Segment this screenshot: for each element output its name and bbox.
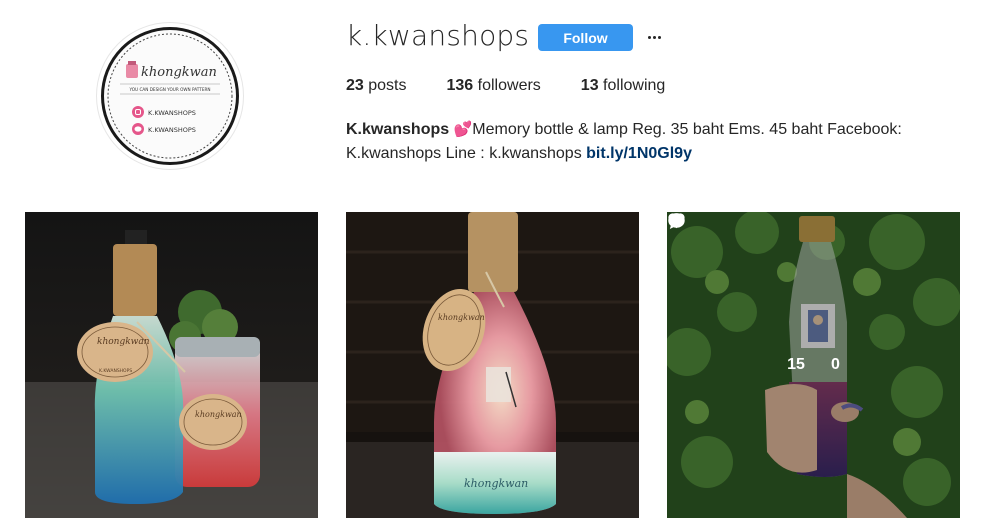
posts-stat: 23 posts <box>346 77 407 95</box>
post-2-tag: khongkwan <box>438 313 485 322</box>
heart-emoji: 💕 <box>453 121 473 138</box>
following-stat[interactable]: 13 following <box>581 77 666 95</box>
following-count: 13 <box>580 77 599 94</box>
more-icon[interactable] <box>642 24 666 50</box>
posts-label: posts <box>368 77 407 94</box>
avatar-logo-text: khongkwan <box>141 65 217 80</box>
post-1-tag-b: khongkwan <box>195 410 242 419</box>
profile-avatar[interactable]: khongkwan YOU CAN DESIGN YOUR OWN PATTER… <box>96 22 244 170</box>
followers-stat[interactable]: 136 followers <box>447 77 541 95</box>
followers-count: 136 <box>446 77 474 94</box>
post-comments-count: 0 <box>830 356 840 373</box>
avatar-logo: khongkwan YOU CAN DESIGN YOUR OWN PATTER… <box>107 33 233 159</box>
post-hover-overlay: 15 0 <box>667 212 960 518</box>
post-likes-count: 15 <box>787 356 805 373</box>
post-1-tag2: K.KWANSHOPS <box>99 368 132 374</box>
post-1-tag: khongkwan <box>97 337 150 347</box>
more-dot <box>657 35 661 39</box>
following-label: following <box>603 77 666 94</box>
more-dot <box>647 35 651 39</box>
profile-bio: K.kwanshops 💕Memory bottle & lamp Reg. 3… <box>346 118 956 166</box>
avatar-line2: K.KWANSHOPS <box>148 126 196 134</box>
profile-stats: 23 posts 136 followers 13 following <box>346 77 705 95</box>
post-1-image: khongkwan K.KWANSHOPS khongkwan <box>25 212 318 518</box>
bio-link[interactable]: bit.ly/1N0Gl9y <box>586 145 692 162</box>
profile-username: k.kwanshops <box>346 19 530 52</box>
bio-name: K.kwanshops <box>346 121 450 138</box>
post-2-image: khongkwan khongkwan <box>346 212 639 518</box>
post-2-bottle-text: khongkwan <box>464 477 528 490</box>
post-thumbnail[interactable]: 15 0 <box>667 212 960 518</box>
post-comments: 0 <box>668 213 840 374</box>
follow-button[interactable]: Follow <box>538 24 633 51</box>
post-likes: 15 <box>668 213 805 374</box>
post-thumbnail[interactable]: khongkwan khongkwan <box>346 212 639 518</box>
avatar-tagline: YOU CAN DESIGN YOUR OWN PATTERN <box>128 87 210 92</box>
comment-icon <box>668 213 685 230</box>
posts-count: 23 <box>346 77 364 94</box>
avatar-line1: K.KWANSHOPS <box>148 109 196 117</box>
followers-label: followers <box>477 77 541 94</box>
more-dot <box>652 35 656 39</box>
post-thumbnail[interactable]: khongkwan K.KWANSHOPS khongkwan <box>25 212 318 518</box>
